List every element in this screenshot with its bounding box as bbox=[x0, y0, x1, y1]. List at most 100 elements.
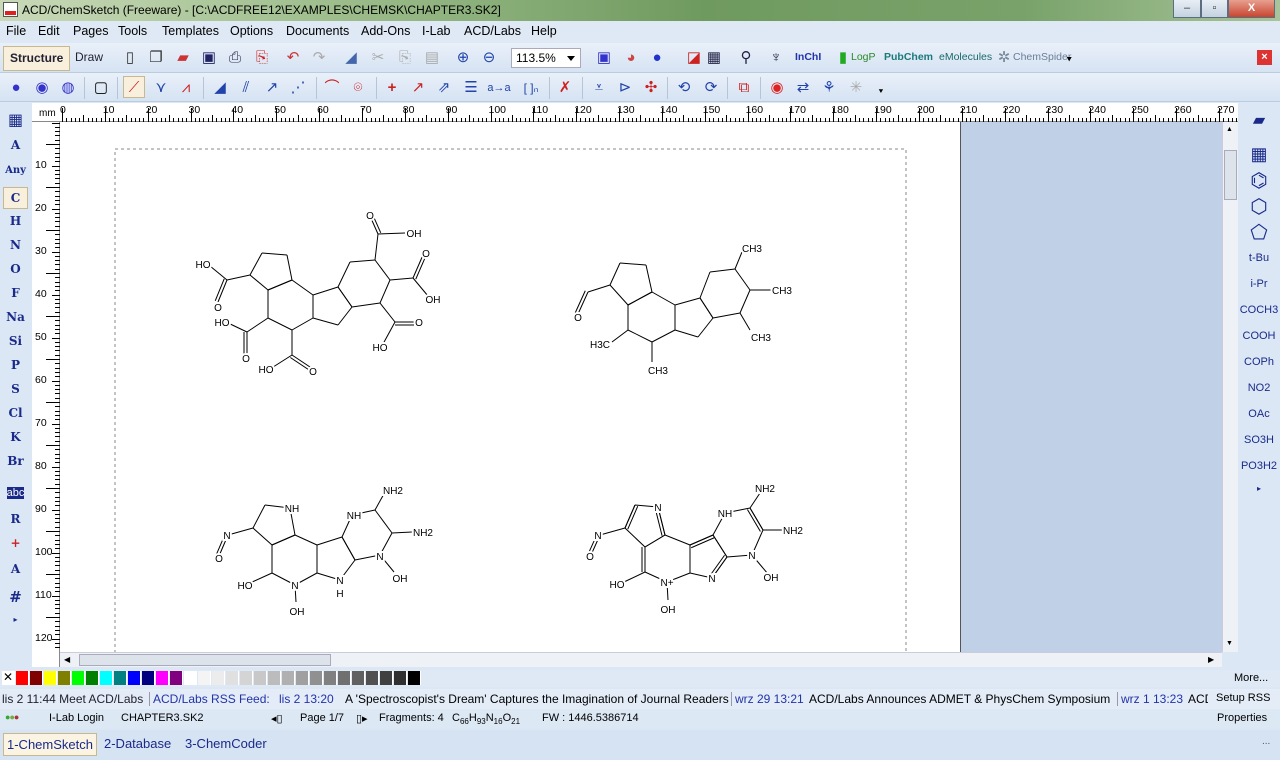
select-rectangle-icon[interactable]: ▢ bbox=[90, 77, 112, 99]
color-swatch[interactable] bbox=[212, 671, 225, 685]
atom-o[interactable]: O bbox=[0, 262, 31, 276]
atom-properties-tool[interactable]: A bbox=[0, 562, 31, 576]
close-button[interactable]: X bbox=[1228, 0, 1275, 18]
charge-arrow-icon[interactable]: ⇗ bbox=[433, 77, 455, 99]
tab-chemsketch[interactable]: 1-ChemSketch bbox=[3, 733, 97, 756]
rss-item[interactable]: ACD/Labs Announces ADMET & PhysChem Symp… bbox=[809, 692, 1110, 706]
wedge-bond-icon[interactable]: ◢ bbox=[209, 77, 231, 99]
toolbar-overflow[interactable]: ⯆ bbox=[1066, 55, 1072, 65]
toolbar-overflow-icon[interactable]: ⯆ bbox=[870, 81, 892, 103]
atom-k[interactable]: K bbox=[0, 430, 31, 444]
pubchem-button[interactable]: PubChem bbox=[884, 51, 933, 63]
color-swatch[interactable] bbox=[338, 671, 351, 685]
add-plus-icon[interactable]: + bbox=[381, 77, 403, 99]
tabs-more[interactable]: ... bbox=[1262, 736, 1270, 747]
chemspider-button[interactable]: ChemSpider bbox=[1013, 51, 1071, 63]
paste-icon[interactable]: ▤ bbox=[421, 47, 443, 69]
reaction-arrow-icon[interactable]: ↗ bbox=[407, 77, 429, 99]
flip-bond-icon[interactable]: ✣ bbox=[640, 77, 662, 99]
color-swatch[interactable] bbox=[142, 671, 155, 685]
color-swatch[interactable] bbox=[324, 671, 337, 685]
horizontal-scroll-thumb[interactable] bbox=[79, 654, 331, 666]
color-swatch[interactable] bbox=[198, 671, 211, 685]
drawing-canvas[interactable]: HO O HO O HO O O OH O OH O HO O CH3 CH3 CH3 H3C CH3 NH N O HO… bbox=[60, 122, 960, 652]
scroll-down-icon[interactable]: ▼ bbox=[1226, 640, 1233, 647]
menu-edit[interactable]: Edit bbox=[38, 24, 60, 38]
color-swatch[interactable] bbox=[240, 671, 253, 685]
zoom-in-icon[interactable]: ⊕ bbox=[452, 47, 474, 69]
ilab-login-button[interactable]: I-Lab Login bbox=[49, 712, 104, 724]
scroll-left-icon[interactable]: ◀ bbox=[64, 655, 70, 664]
chemspider-icon[interactable]: ✲ bbox=[993, 47, 1015, 69]
atom-s[interactable]: S bbox=[0, 382, 31, 396]
molecule-icon[interactable]: ⚘ bbox=[818, 77, 840, 99]
rotate-vertical-icon[interactable]: ⟳ bbox=[700, 77, 722, 99]
inchi-button[interactable]: InChI bbox=[795, 51, 821, 63]
color-swatch[interactable] bbox=[30, 671, 43, 685]
reaction-table-icon[interactable]: ☰ bbox=[460, 77, 482, 99]
restore-button[interactable]: ▫ bbox=[1201, 0, 1228, 18]
tautomer-icon[interactable]: ⇄ bbox=[792, 77, 814, 99]
cut-icon[interactable]: ✂ bbox=[367, 47, 389, 69]
color-swatch[interactable] bbox=[310, 671, 323, 685]
charge-tool[interactable]: + bbox=[0, 536, 31, 550]
search-document-icon[interactable]: ⚲ bbox=[735, 47, 757, 69]
cyclopentane-ring-icon[interactable]: ⬠ bbox=[1238, 220, 1280, 245]
benzene-ring-icon[interactable]: ⌬ bbox=[1238, 168, 1280, 193]
menu-templates[interactable]: Templates bbox=[162, 24, 219, 38]
draw-mode-button[interactable]: Draw bbox=[69, 46, 109, 71]
color-swatch[interactable] bbox=[44, 671, 57, 685]
flip-top-bottom-icon[interactable]: ⩡ bbox=[588, 77, 610, 99]
save-icon[interactable]: ▣ bbox=[198, 47, 220, 69]
emolecules-button[interactable]: eMolecules bbox=[939, 51, 992, 63]
brackets-icon[interactable]: [ ]ₙ bbox=[520, 77, 542, 99]
zoom-select[interactable]: 113.5% bbox=[511, 48, 581, 68]
template-no2[interactable]: NO2 bbox=[1238, 382, 1280, 394]
atom-br[interactable]: Br bbox=[0, 454, 31, 468]
draw-normal-icon[interactable]: ⟋ bbox=[123, 76, 145, 98]
color-swatch[interactable] bbox=[380, 671, 393, 685]
color-swatch[interactable] bbox=[296, 671, 309, 685]
numbering-tool[interactable]: # bbox=[0, 588, 31, 606]
flip-left-right-icon[interactable]: ⊳ bbox=[614, 77, 636, 99]
color-swatch[interactable] bbox=[394, 671, 407, 685]
template-coph[interactable]: COPh bbox=[1238, 356, 1280, 368]
new-document-icon[interactable]: ❐ bbox=[145, 47, 167, 69]
periodic-table-icon[interactable]: ▦ bbox=[0, 110, 31, 129]
palette-more[interactable]: ▸ bbox=[1238, 484, 1280, 493]
menu-documents[interactable]: Documents bbox=[286, 24, 349, 38]
color-swatch[interactable] bbox=[156, 671, 169, 685]
structure-mode-button[interactable]: Structure bbox=[3, 46, 71, 71]
color-swatch[interactable] bbox=[16, 671, 29, 685]
template-po3h2[interactable]: PO3H2 bbox=[1238, 460, 1280, 472]
arrow-bond-icon[interactable]: ↗ bbox=[261, 77, 283, 99]
ring-tool-icon[interactable]: ⌾ bbox=[347, 77, 369, 99]
clean-structure-icon[interactable]: ◉ bbox=[766, 77, 788, 99]
minimize-button[interactable]: – bbox=[1173, 0, 1201, 18]
tab-database[interactable]: 2-Database bbox=[104, 736, 171, 751]
color-swatch[interactable] bbox=[58, 671, 71, 685]
structure-disabled-icon[interactable]: ✳ bbox=[845, 77, 867, 99]
select-atom-icon[interactable]: ● bbox=[5, 77, 27, 99]
eraser-icon[interactable]: ◢ bbox=[340, 47, 362, 69]
atom-a[interactable]: A bbox=[0, 138, 31, 152]
atom-balls-icon[interactable]: ● bbox=[646, 47, 668, 69]
menu-add-ons[interactable]: Add-Ons bbox=[361, 24, 410, 38]
color-swatch[interactable] bbox=[226, 671, 239, 685]
atom-n[interactable]: N bbox=[0, 238, 31, 252]
template-oac[interactable]: OAc bbox=[1238, 408, 1280, 420]
templates-book-icon[interactable]: ▰ bbox=[1238, 110, 1280, 130]
new-page-icon[interactable]: ▯ bbox=[119, 47, 141, 69]
menu-file[interactable]: File bbox=[6, 24, 26, 38]
r-group-tool[interactable]: R bbox=[0, 512, 31, 526]
template-ipr[interactable]: i-Pr bbox=[1238, 278, 1280, 290]
3d-optimize-icon[interactable]: ⧉ bbox=[733, 77, 755, 99]
show-atoms-icon[interactable]: ◕ bbox=[620, 47, 642, 69]
rss-item[interactable]: lis 2 11:44 Meet ACD/Labs bbox=[2, 692, 143, 706]
menu-tools[interactable]: Tools bbox=[118, 24, 147, 38]
tab-chemcoder[interactable]: 3-ChemCoder bbox=[185, 736, 267, 751]
nmr-icon[interactable]: ♆ bbox=[765, 47, 787, 69]
color-swatch[interactable] bbox=[268, 671, 281, 685]
template-tbu[interactable]: t-Bu bbox=[1238, 252, 1280, 264]
print-icon[interactable]: ⎙ bbox=[224, 47, 246, 69]
